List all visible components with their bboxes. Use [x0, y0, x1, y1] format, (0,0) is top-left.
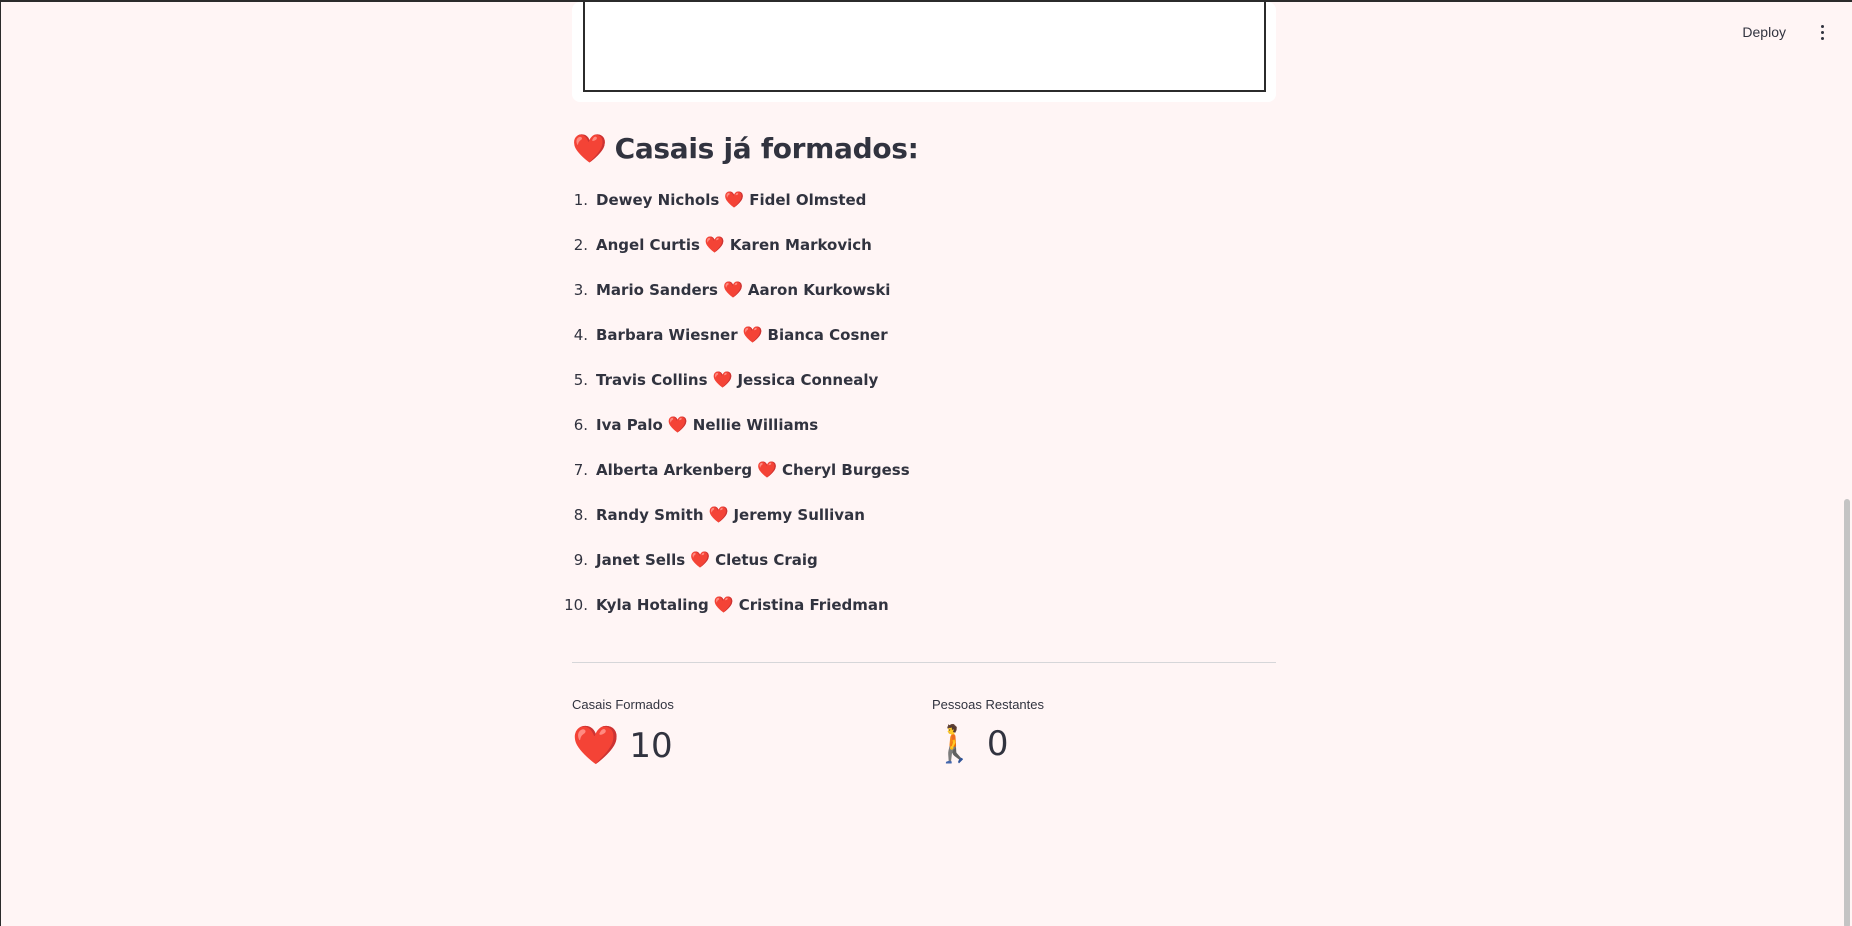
list-number: 4. [573, 325, 588, 344]
deploy-button[interactable]: Deploy [1734, 18, 1794, 46]
heart-icon: ❤️ [667, 415, 688, 434]
couple-names: Angel Curtis ❤️ Karen Markovich [596, 235, 872, 254]
metric-value-row: ❤️ 10 [572, 723, 674, 768]
list-item: 1. Dewey Nichols ❤️ Fidel Olmsted [572, 177, 1276, 222]
person-b-name: Cletus Craig [715, 550, 818, 569]
metric-value: 0 [986, 724, 1009, 764]
person-a-name: Randy Smith [596, 505, 704, 524]
embedded-frame-container [572, 2, 1276, 102]
person-b-name: Cheryl Burgess [781, 460, 910, 479]
embedded-frame [583, 2, 1266, 92]
list-number: 6. [573, 415, 588, 434]
person-b-name: Karen Markovich [729, 235, 872, 254]
metric-label: Pessoas Restantes [932, 697, 1045, 712]
page-title-text: Casais já formados: [614, 131, 919, 165]
person-b-name: Cristina Friedman [738, 595, 889, 614]
couple-names: Alberta Arkenberg ❤️ Cheryl Burgess [596, 460, 910, 479]
couple-names: Randy Smith ❤️ Jeremy Sullivan [596, 505, 865, 524]
heart-icon: ❤️ [690, 550, 711, 569]
scrollbar-thumb[interactable] [1844, 499, 1850, 926]
person-a-name: Janet Sells [596, 550, 686, 569]
heart-icon: ❤️ [572, 131, 607, 165]
list-item: 9. Janet Sells ❤️ Cletus Craig [572, 537, 1276, 582]
list-item: 5. Travis Collins ❤️ Jessica Connealy [572, 357, 1276, 402]
person-a-name: Alberta Arkenberg [596, 460, 753, 479]
list-item: 2. Angel Curtis ❤️ Karen Markovich [572, 222, 1276, 267]
heart-icon: ❤️ [742, 325, 763, 344]
heart-icon: ❤️ [724, 190, 745, 209]
metric-value: 10 [629, 725, 673, 766]
heart-icon: ❤️ [722, 280, 743, 299]
person-b-name: Bianca Cosner [767, 325, 888, 344]
person-b-name: Fidel Olmsted [749, 190, 867, 209]
person-a-name: Iva Palo [596, 415, 663, 434]
heart-icon: ❤️ [757, 460, 777, 479]
person-a-name: Barbara Wiesner [596, 325, 738, 344]
list-number: 5. [573, 370, 588, 389]
metric-value-row: 🚶 0 [932, 723, 1044, 765]
app-window: Deploy ❤️ Casais já formados: 1. Dewey N… [0, 0, 1852, 926]
list-number: 10. [564, 595, 588, 614]
menu-dot [1820, 24, 1824, 28]
menu-dot [1820, 36, 1824, 40]
heart-icon: ❤️ [713, 595, 734, 614]
couple-names: Kyla Hotaling ❤️ Cristina Friedman [596, 595, 889, 614]
couple-names: Barbara Wiesner ❤️ Bianca Cosner [596, 325, 888, 344]
couple-names: Iva Palo ❤️ Nellie Williams [596, 415, 818, 434]
couple-names: Dewey Nichols ❤️ Fidel Olmsted [596, 190, 866, 209]
person-b-name: Jessica Connealy [737, 370, 879, 389]
more-vertical-icon[interactable] [1812, 20, 1832, 44]
heart-icon: ❤️ [704, 235, 725, 254]
heart-icon: ❤️ [572, 723, 620, 767]
person-b-name: Jeremy Sullivan [733, 505, 865, 524]
couple-names: Janet Sells ❤️ Cletus Craig [596, 550, 818, 569]
person-a-name: Dewey Nichols [596, 190, 720, 209]
list-item: 3. Mario Sanders ❤️ Aaron Kurkowski [572, 267, 1276, 312]
couple-names: Mario Sanders ❤️ Aaron Kurkowski [596, 280, 890, 299]
list-number: 2. [573, 235, 588, 254]
menu-dot [1820, 30, 1824, 34]
list-number: 1. [573, 190, 588, 209]
scrollbar[interactable] [1842, 2, 1852, 926]
metric-couples-formed: Casais Formados ❤️ 10 [572, 697, 674, 768]
person-a-name: Travis Collins [596, 370, 708, 389]
heart-icon: ❤️ [708, 505, 729, 524]
list-number: 7. [573, 460, 588, 479]
person-a-name: Mario Sanders [596, 280, 718, 299]
metric-people-remaining: Pessoas Restantes 🚶 0 [932, 697, 1044, 765]
person-a-name: Kyla Hotaling [596, 595, 709, 614]
list-item: 6. Iva Palo ❤️ Nellie Williams [572, 402, 1276, 447]
person-walking-icon: 🚶 [932, 724, 977, 765]
list-item: 10. Kyla Hotaling ❤️ Cristina Friedman [564, 582, 1276, 627]
divider [572, 662, 1276, 663]
list-number: 9. [573, 550, 588, 569]
list-number: 8. [573, 505, 588, 524]
list-number: 3. [573, 280, 588, 299]
metric-label: Casais Formados [572, 697, 674, 712]
heart-icon: ❤️ [712, 370, 733, 389]
person-b-name: Aaron Kurkowski [747, 280, 891, 299]
page-title: ❤️ Casais já formados: [572, 128, 919, 168]
list-item: 8. Randy Smith ❤️ Jeremy Sullivan [572, 492, 1276, 537]
list-item: 4. Barbara Wiesner ❤️ Bianca Cosner [572, 312, 1276, 357]
person-a-name: Angel Curtis [596, 235, 700, 254]
couples-list: 1. Dewey Nichols ❤️ Fidel Olmsted 2. Ang… [564, 177, 1276, 627]
top-toolbar: Deploy [1552, 2, 1852, 62]
list-item: 7. Alberta Arkenberg ❤️ Cheryl Burgess [572, 447, 1276, 492]
couple-names: Travis Collins ❤️ Jessica Connealy [596, 370, 878, 389]
person-b-name: Nellie Williams [692, 415, 819, 434]
